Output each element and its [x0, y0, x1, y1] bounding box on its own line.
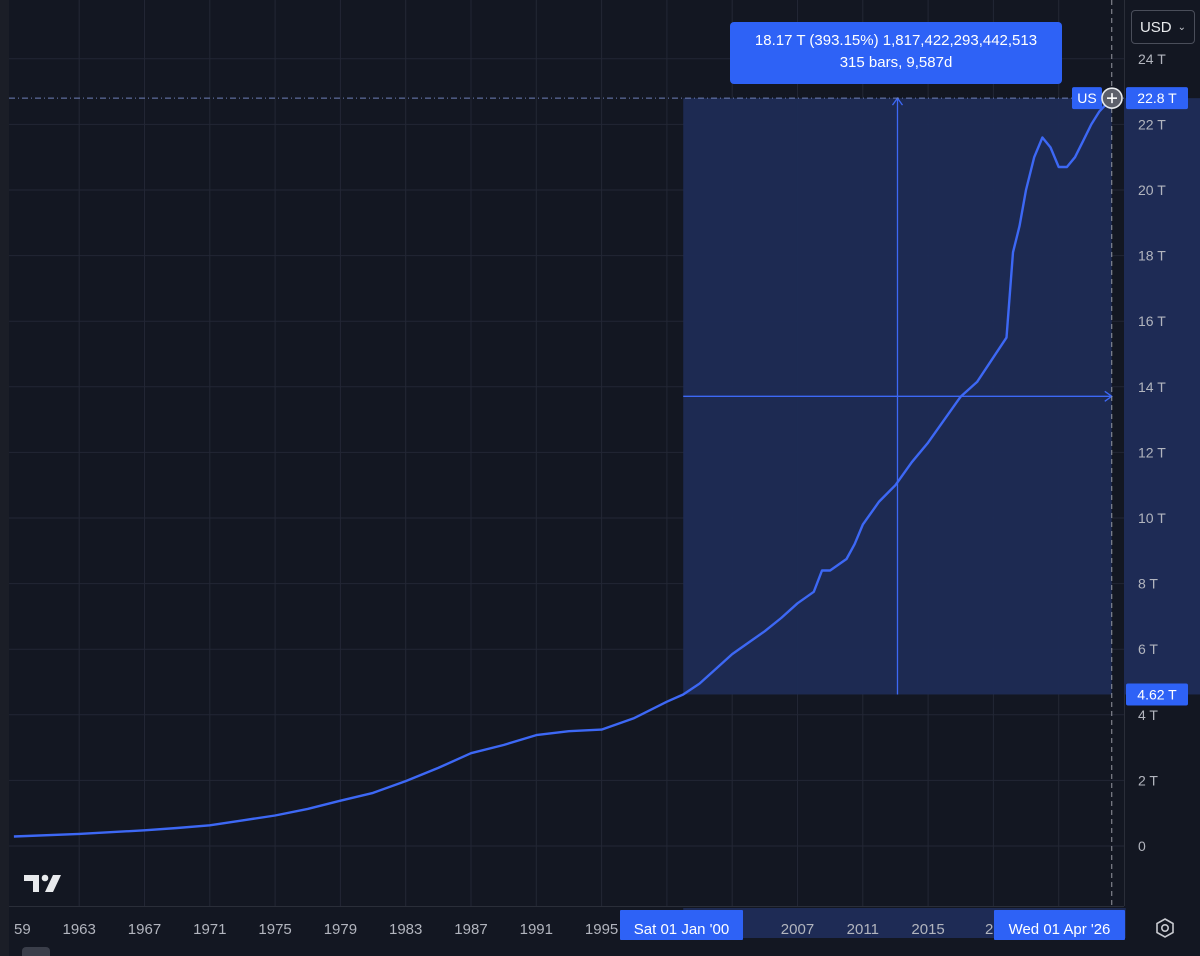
tradingview-logo-icon	[24, 874, 61, 892]
tradingview-logo[interactable]	[24, 872, 64, 899]
time-label-end: Wed 01 Apr '26	[1009, 921, 1111, 938]
time-label-start: Sat 01 Jan '00	[634, 921, 729, 938]
y-tick-label: 18 T	[1138, 248, 1166, 264]
chart-settings-button[interactable]	[1152, 915, 1178, 941]
y-tick-label: 24 T	[1138, 51, 1166, 67]
x-tick-label: 2015	[911, 921, 944, 938]
x-tick-label: 1995	[585, 921, 618, 938]
measure-overlay	[9, 0, 1200, 938]
chart-canvas[interactable]: 59 1963 1967 1971 1975 1979 1983 1987 1991 1995 20…	[0, 0, 1200, 956]
y-tick-label: 10 T	[1138, 510, 1166, 526]
y-tick-label: 2 T	[1138, 772, 1158, 788]
currency-selector[interactable]: USD ⌄	[1131, 10, 1195, 44]
time-scroll-handle[interactable]	[22, 947, 50, 956]
x-tick-label: 2011	[847, 921, 879, 938]
x-tick-label: 1967	[128, 921, 161, 938]
y-tick-label: 0	[1138, 838, 1146, 854]
measure-tooltip: 18.17 T (393.15%) 1,817,422,293,442,513 …	[730, 22, 1062, 84]
x-tick-label: 1979	[324, 921, 357, 938]
x-tick-label: 1971	[193, 921, 226, 938]
y-tick-label: 12 T	[1138, 444, 1166, 460]
price-label-last: 22.8 T	[1137, 90, 1177, 106]
x-tick-label: 1987	[454, 921, 487, 938]
x-tick-label: 2007	[781, 921, 814, 938]
price-label-start: 4.62 T	[1137, 686, 1177, 702]
x-tick-label: 1975	[258, 921, 291, 938]
y-tick-label: 20 T	[1138, 182, 1166, 198]
x-tick-label: 1963	[63, 921, 96, 938]
y-tick-label: 4 T	[1138, 707, 1158, 723]
chevron-down-icon: ⌄	[1177, 21, 1187, 33]
y-tick-label: 16 T	[1138, 313, 1166, 329]
symbol-tag: US	[1077, 90, 1096, 106]
y-tick-label: 8 T	[1138, 576, 1158, 592]
currency-label: USD	[1139, 18, 1172, 36]
x-axis[interactable]: 59 1963 1967 1971 1975 1979 1983 1987 1991 1995 20…	[14, 921, 1002, 938]
measure-tooltip-bars: 315 bars, 9,587d	[839, 54, 953, 71]
x-tick-label: 59	[14, 921, 31, 938]
y-tick-label: 6 T	[1138, 641, 1158, 657]
gear-icon	[1156, 918, 1174, 938]
y-tick-label: 22 T	[1138, 116, 1166, 132]
x-tick-label: 1983	[389, 921, 422, 938]
x-tick-label: 1991	[520, 921, 553, 938]
y-tick-label: 14 T	[1138, 379, 1166, 395]
measure-tooltip-change: 18.17 T (393.15%) 1,817,422,293,442,513	[754, 32, 1038, 49]
